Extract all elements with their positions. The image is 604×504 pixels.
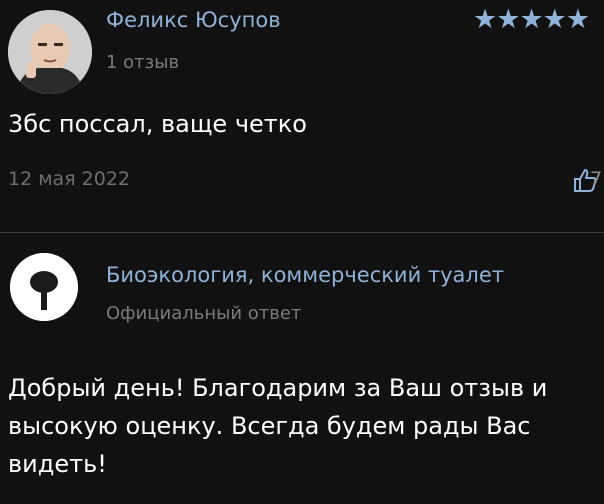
organization-name[interactable]: Биоэкология, коммерческий туалет <box>106 263 504 287</box>
author-review-count: 1 отзыв <box>106 52 180 73</box>
author-avatar[interactable] <box>8 10 92 94</box>
review-card: Феликс Юсупов 1 отзыв ★ ★ ★ ★ ★ 3бс посс… <box>0 0 604 232</box>
star-icon: ★ <box>542 4 567 35</box>
reply-text: Добрый день! Благодарим за Ваш отзыв и в… <box>8 374 548 478</box>
like-count: 7 <box>590 168 603 190</box>
organization-avatar[interactable] <box>10 253 78 321</box>
author-name[interactable]: Феликс Юсупов <box>106 8 281 32</box>
star-icon: ★ <box>473 4 497 35</box>
rating-stars: ★ ★ ★ ★ ★ <box>473 4 590 35</box>
star-icon: ★ <box>496 4 520 35</box>
review-date: 12 мая 2022 <box>8 168 131 190</box>
official-reply-label: Официальный ответ <box>106 303 302 324</box>
review-text: 3бс поссал, ваще четко <box>8 110 307 138</box>
star-icon: ★ <box>519 4 543 35</box>
location-pin-icon <box>10 253 78 321</box>
star-icon: ★ <box>565 4 590 35</box>
person-photo-icon <box>8 10 92 94</box>
official-reply: Биоэкология, коммерческий туалет Официал… <box>0 233 604 504</box>
